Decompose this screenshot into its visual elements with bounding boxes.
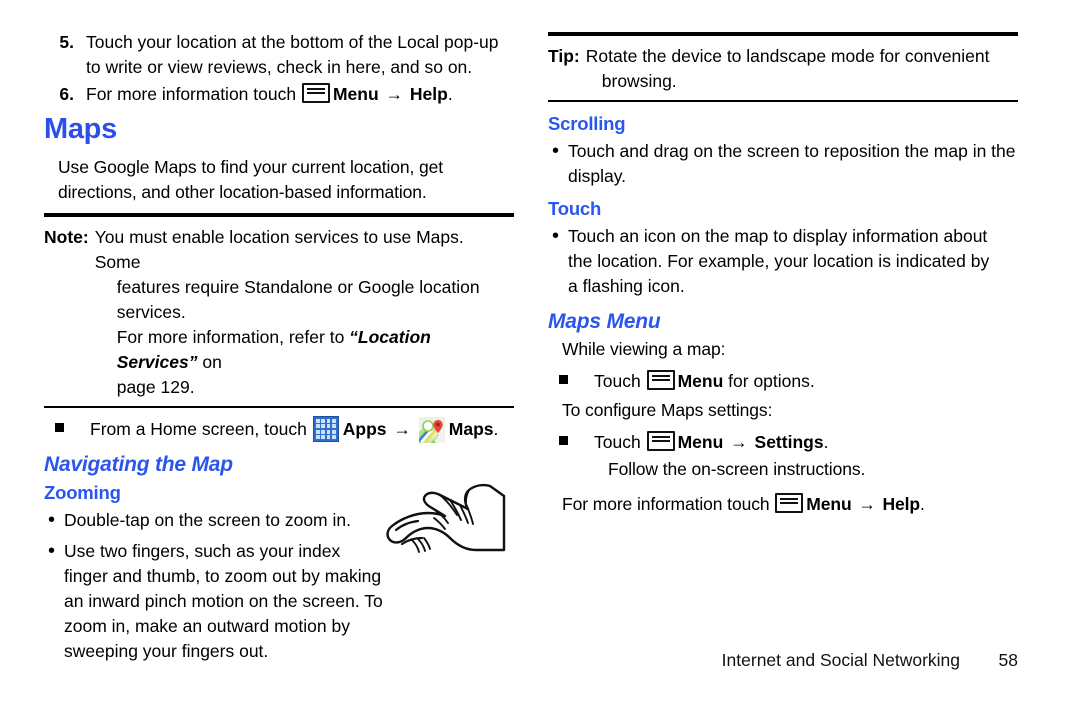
menu-label: Menu <box>806 494 852 514</box>
menu-label: Menu <box>677 371 724 391</box>
apps-label: Apps <box>342 419 387 439</box>
footer-section-title: Internet and Social Networking <box>721 650 960 670</box>
menu-icon <box>646 431 675 451</box>
step-5: 5. Touch your location at the bottom of … <box>44 30 514 80</box>
tip-text: Rotate the device to landscape mode for … <box>586 44 1018 94</box>
settings-prefix: Touch <box>594 432 641 452</box>
more-info-text: For more information touch Menu → Help. <box>548 492 1018 517</box>
note-line-3-post: on <box>197 352 222 372</box>
step-text: Touch your location at the bottom of the… <box>86 32 499 77</box>
zoom-bullet-2-text: Use two fingers, such as your index fing… <box>64 541 383 661</box>
more-info-suffix: . <box>920 494 925 514</box>
settings-suffix: . <box>823 432 829 452</box>
google-maps-icon <box>418 417 445 443</box>
tip-bottom-rule <box>548 100 1018 102</box>
manual-page: 5. Touch your location at the bottom of … <box>0 0 1080 720</box>
pinch-hand-illustration <box>372 478 520 564</box>
note-label: Note: <box>44 227 89 247</box>
settings-text: Touch Menu → Settings. <box>594 429 1018 455</box>
heading-navigating-the-map: Navigating the Map <box>44 453 233 476</box>
maps-label: Maps <box>448 419 494 439</box>
page-title-maps: Maps <box>44 113 117 145</box>
step6-suffix: . <box>447 84 453 104</box>
tip-label: Tip: <box>548 46 580 66</box>
note-line-2: features require Standalone or Google lo… <box>116 277 480 322</box>
footer-page-number: 58 <box>998 650 1018 670</box>
right-column: Tip: Rotate the device to landscape mode… <box>548 30 1018 523</box>
apps-maps-text: From a Home screen, touch Apps → Maps. <box>90 416 514 443</box>
while-viewing-text: While viewing a map: <box>562 339 726 359</box>
scrolling-bullet-1-text: Touch and drag on the screen to repositi… <box>568 141 1016 186</box>
arrow-icon: → <box>858 494 876 514</box>
tip-line-2: browsing. <box>601 71 677 91</box>
heading-scrolling: Scrolling <box>548 113 626 134</box>
menu-options-prefix: Touch <box>594 371 641 391</box>
note-line-4: page 129. <box>116 377 195 397</box>
menu-options-text: Touch Menu for options. <box>594 368 1018 394</box>
heading-maps-menu: Maps Menu <box>548 310 661 333</box>
apps-step-suffix: . <box>493 419 499 439</box>
note-bottom-rule <box>44 406 514 408</box>
more-info-prefix: For more information touch <box>562 494 770 514</box>
bullet-dot-icon: • <box>552 140 560 162</box>
page-footer: Internet and Social Networking 58 <box>548 650 1018 671</box>
help-label: Help <box>409 84 448 104</box>
bullet-dot-icon: • <box>552 225 560 247</box>
apps-step-prefix: From a Home screen, touch <box>90 419 307 439</box>
menu-label: Menu <box>677 432 724 452</box>
step-6: 6. For more information touch Menu → Hel… <box>44 82 514 107</box>
settings-label: Settings <box>754 432 824 452</box>
menu-label: Menu <box>332 84 379 104</box>
arrow-icon: → <box>730 432 748 452</box>
menu-options-step: Touch Menu for options. <box>548 368 1018 394</box>
apps-grid-icon <box>312 416 339 442</box>
scrolling-bullet-1: • Touch and drag on the screen to reposi… <box>548 139 1018 189</box>
step-text: For more information touch Menu → Help. <box>86 82 514 107</box>
maps-intro-paragraph: Use Google Maps to find your current loc… <box>58 157 444 202</box>
tip-top-rule <box>548 32 1018 36</box>
to-configure-text: To configure Maps settings: <box>562 400 773 420</box>
left-column: 5. Touch your location at the bottom of … <box>44 30 514 665</box>
bullet-dot-icon: • <box>48 540 56 562</box>
follow-instructions-text: Follow the on-screen instructions. <box>608 459 866 479</box>
touch-bullet-1: • Touch an icon on the map to display in… <box>548 224 1018 299</box>
menu-icon <box>775 493 804 513</box>
note-line-3: For more information, refer to “Location… <box>95 325 514 375</box>
help-label: Help <box>882 494 921 514</box>
note-top-rule <box>44 213 514 217</box>
settings-step: Touch Menu → Settings. <box>548 429 1018 455</box>
menu-options-suffix: for options. <box>728 371 815 391</box>
arrow-icon: → <box>393 419 411 439</box>
note-line-3-pre: For more information, refer to <box>116 327 350 347</box>
touch-bullet-1-text: Touch an icon on the map to display info… <box>568 226 990 296</box>
square-bullet <box>44 416 90 443</box>
step-number: 5. <box>59 32 74 52</box>
step6-prefix: For more information touch <box>86 84 297 104</box>
heading-touch: Touch <box>548 198 602 219</box>
step-number: 6. <box>59 84 74 104</box>
arrow-icon: → <box>385 84 404 104</box>
bullet-dot-icon: • <box>48 509 56 531</box>
menu-icon <box>301 83 330 103</box>
apps-maps-step: From a Home screen, touch Apps → Maps. <box>44 416 514 443</box>
note-block: Note: You must enable location services … <box>44 225 514 400</box>
square-bullet <box>548 368 594 394</box>
note-text: You must enable location services to use… <box>95 225 514 400</box>
square-bullet <box>548 429 594 455</box>
tip-block: Tip: Rotate the device to landscape mode… <box>548 44 1018 94</box>
tip-line-1: Rotate the device to landscape mode for … <box>585 46 990 66</box>
note-line-1: You must enable location services to use… <box>94 227 464 272</box>
menu-icon <box>646 370 675 390</box>
